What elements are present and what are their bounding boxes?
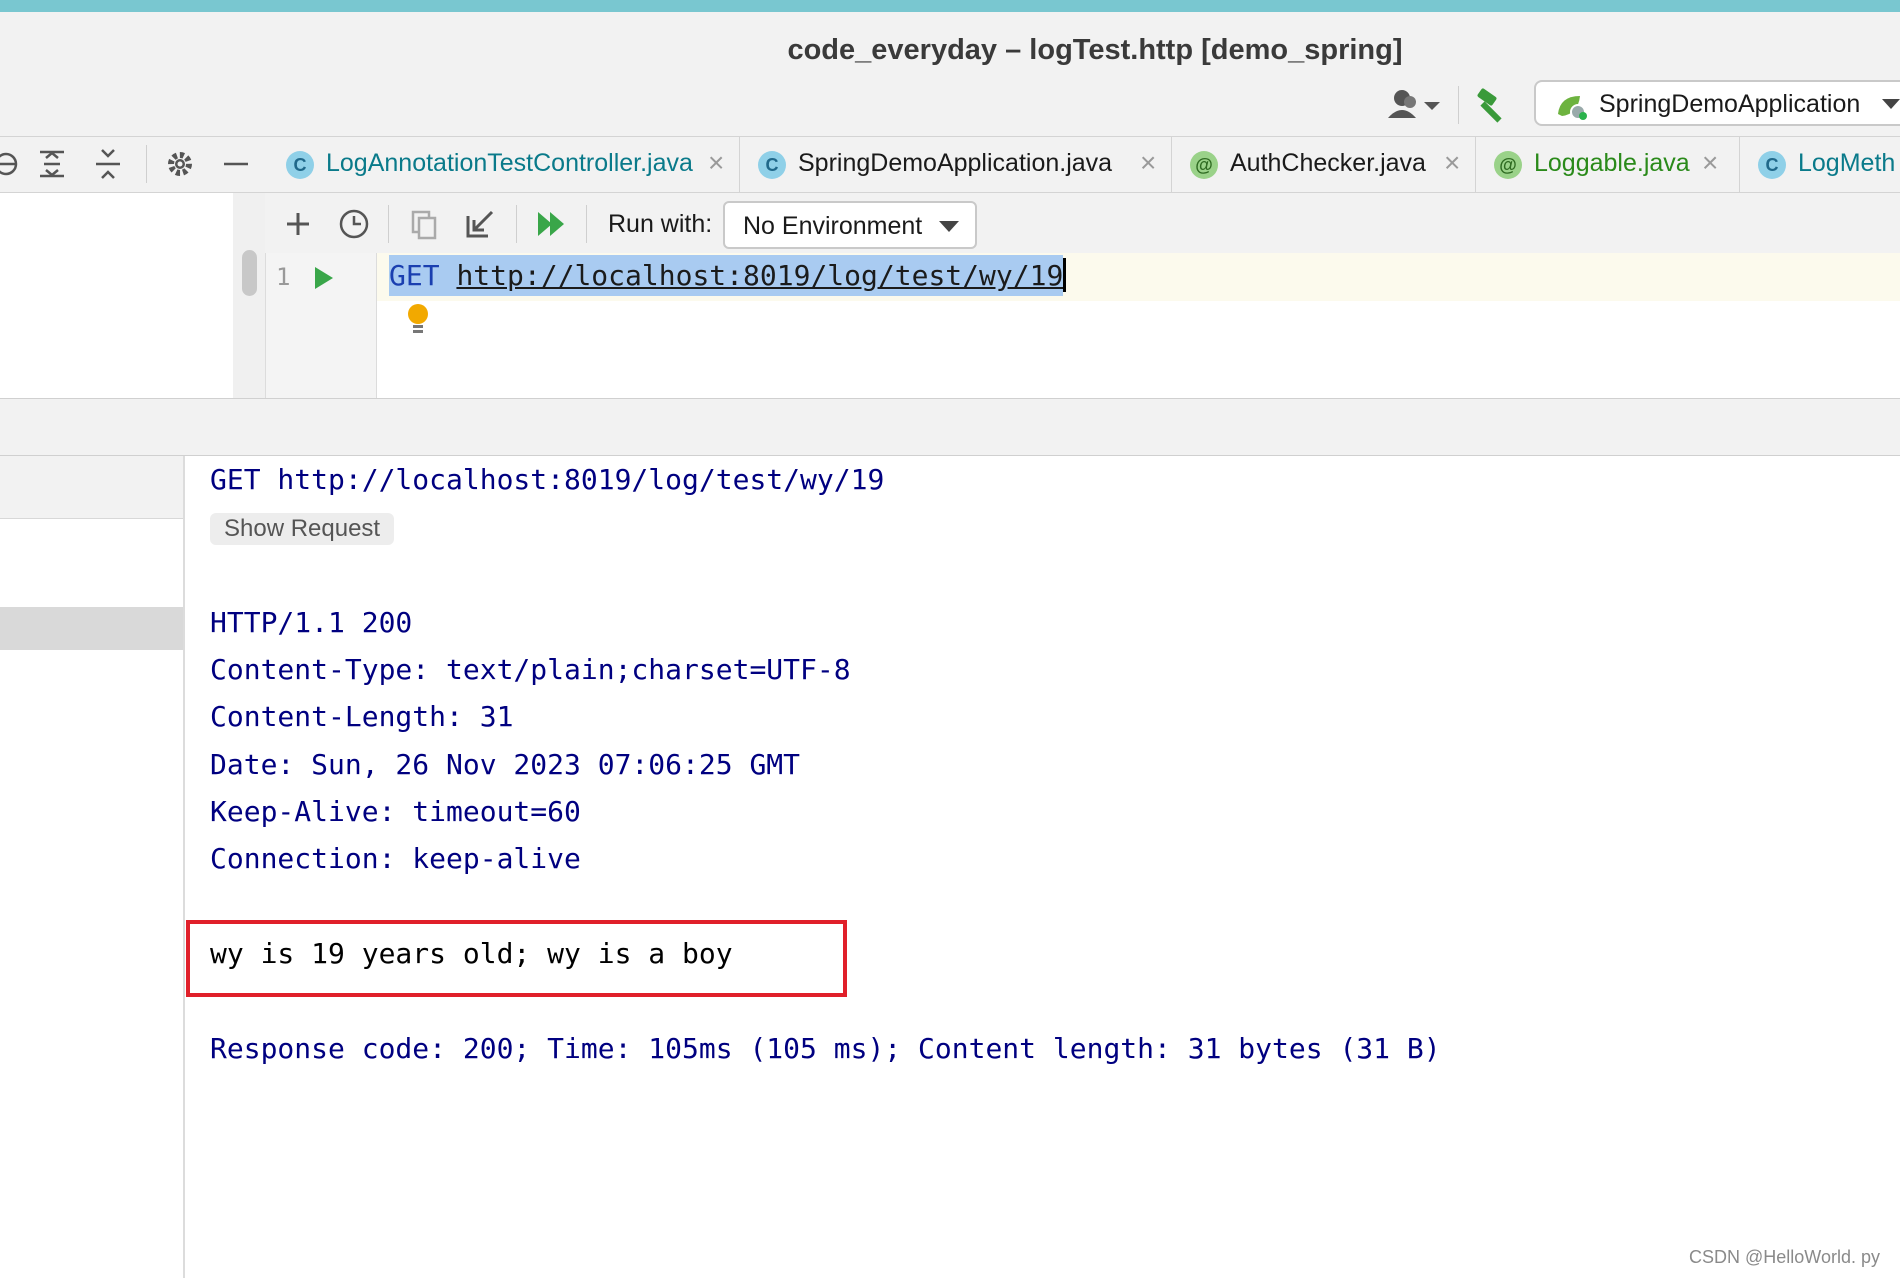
panel-splitter[interactable] <box>0 398 1900 456</box>
response-summary: Response code: 200; Time: 105ms (105 ms)… <box>210 1032 1441 1065</box>
scrollbar-handle[interactable] <box>242 250 257 296</box>
lightbulb-icon[interactable] <box>406 302 430 338</box>
tab-spring-demo-application[interactable]: C SpringDemoApplication.java × <box>740 137 1172 192</box>
project-panel <box>0 193 233 398</box>
tab-loggable[interactable]: @ Loggable.java × <box>1476 137 1740 192</box>
toolbar-separator <box>586 205 587 243</box>
tab-auth-checker[interactable]: @ AuthChecker.java × <box>1172 137 1476 192</box>
tab-label: LogAnnotationTestController.java <box>326 149 693 177</box>
tab-label: AuthChecker.java <box>1230 149 1426 177</box>
results-list-panel <box>0 456 185 1278</box>
request-url[interactable]: http://localhost:8019/log/test/wy/19 <box>456 259 1063 292</box>
toolbar-separator <box>146 145 147 183</box>
import-icon[interactable] <box>460 204 500 244</box>
collapse-icon[interactable] <box>0 142 26 186</box>
tab-label: SpringDemoApplication.java <box>798 149 1113 177</box>
title-bar: code_everyday – logTest.http [demo_sprin… <box>0 12 1900 84</box>
collapse-all-icon[interactable] <box>88 142 128 186</box>
close-icon[interactable]: × <box>1140 147 1156 179</box>
copy-icon[interactable] <box>404 204 444 244</box>
close-icon[interactable]: × <box>1702 147 1718 179</box>
tab-label: LogMeth <box>1798 149 1896 177</box>
response-header: Connection: keep-alive <box>210 842 581 875</box>
annotation-icon: @ <box>1494 151 1522 179</box>
run-configuration-selector[interactable]: SpringDemoApplication <box>1534 80 1900 126</box>
environment-select[interactable]: No Environment <box>723 201 977 249</box>
class-icon: C <box>758 151 786 179</box>
tab-label: Loggable.java <box>1534 149 1690 177</box>
http-request-toolbar <box>265 193 1900 253</box>
window-top-stripe <box>0 0 1900 12</box>
minimize-icon[interactable] <box>216 142 256 186</box>
response-request-line: GET http://localhost:8019/log/test/wy/19 <box>210 463 885 496</box>
history-clock-icon[interactable] <box>334 204 374 244</box>
add-request-icon[interactable] <box>278 204 318 244</box>
build-hammer-icon[interactable] <box>1472 86 1512 126</box>
close-icon[interactable]: × <box>708 147 724 179</box>
watermark: CSDN @HelloWorld. py <box>1689 1247 1880 1267</box>
highlight-box <box>186 920 847 997</box>
results-list-header <box>0 456 183 519</box>
response-header: Content-Length: 31 <box>210 700 514 733</box>
chevron-down-icon <box>939 221 959 232</box>
window-title: code_everyday – logTest.http [demo_sprin… <box>787 34 1403 66</box>
user-account-icon[interactable] <box>1384 88 1444 122</box>
settings-gear-icon[interactable] <box>160 142 200 186</box>
chevron-down-icon <box>1882 99 1900 109</box>
class-icon: C <box>1758 151 1786 179</box>
response-header: Date: Sun, 26 Nov 2023 07:06:25 GMT <box>210 748 801 781</box>
tab-log-method[interactable]: C LogMeth <box>1740 137 1900 192</box>
toolbar-separator <box>516 205 517 243</box>
response-header: Content-Type: text/plain;charset=UTF-8 <box>210 653 851 686</box>
toolbar-separator <box>388 205 389 243</box>
toolbar-separator <box>1458 86 1459 124</box>
run-request-icon[interactable] <box>312 265 336 291</box>
request-line[interactable]: GET http://localhost:8019/log/test/wy/19 <box>389 255 1067 296</box>
class-icon: C <box>286 151 314 179</box>
environment-value: No Environment <box>743 212 923 240</box>
selected-result-row[interactable] <box>0 607 183 650</box>
text-caret <box>1063 258 1067 292</box>
run-all-requests-icon[interactable] <box>532 204 572 244</box>
spring-boot-icon <box>1556 92 1588 120</box>
response-header: Keep-Alive: timeout=60 <box>210 795 581 828</box>
editor-area[interactable] <box>377 301 1900 398</box>
tab-log-annotation-test-controller[interactable]: C LogAnnotationTestController.java × <box>268 137 740 192</box>
line-number: 1 <box>276 263 291 291</box>
annotation-icon: @ <box>1190 151 1218 179</box>
response-status-line: HTTP/1.1 200 <box>210 606 413 639</box>
run-configuration-label: SpringDemoApplication <box>1599 90 1861 118</box>
show-request-button[interactable]: Show Request <box>210 513 395 545</box>
run-with-label: Run with: <box>608 210 713 238</box>
close-icon[interactable]: × <box>1444 147 1460 179</box>
expand-all-icon[interactable] <box>32 142 72 186</box>
http-method: GET <box>389 259 440 292</box>
